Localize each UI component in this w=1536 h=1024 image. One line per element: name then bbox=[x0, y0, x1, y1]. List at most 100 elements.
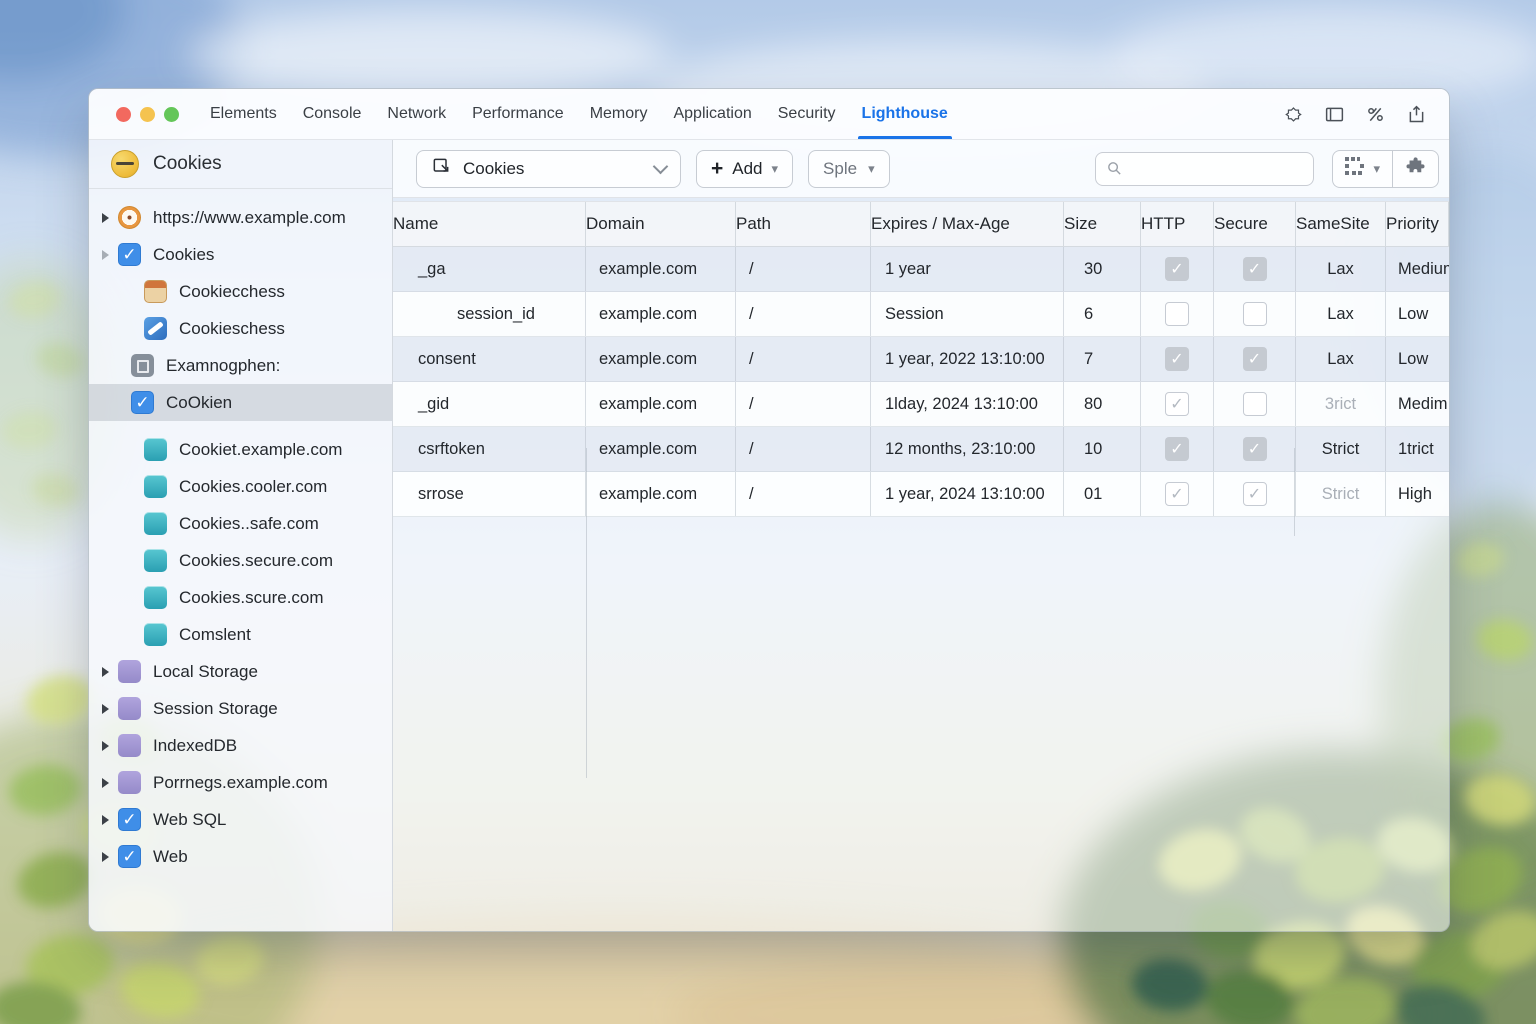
cookie-path: / bbox=[736, 337, 871, 381]
column-divider bbox=[586, 448, 587, 778]
column-header[interactable]: Path bbox=[736, 202, 871, 246]
tree-item[interactable]: Cookieschess bbox=[89, 310, 392, 347]
tree-item-icon bbox=[131, 391, 154, 414]
sple-button[interactable]: Sple ▾ bbox=[808, 150, 890, 188]
cast-icon[interactable] bbox=[1283, 104, 1304, 125]
tree-item[interactable]: Comslent bbox=[89, 616, 392, 653]
http-only-checkbox[interactable] bbox=[1165, 257, 1189, 281]
http-only-checkbox[interactable] bbox=[1165, 347, 1189, 371]
cookie-priority: Low bbox=[1386, 292, 1449, 336]
cookie-priority: Medim bbox=[1386, 382, 1449, 426]
tree-item[interactable]: Cookiecchess bbox=[89, 273, 392, 310]
column-header[interactable]: Size bbox=[1064, 202, 1141, 246]
cookie-expires: 1 year, 2024 13:10:00 bbox=[871, 472, 1064, 516]
cookie-row[interactable]: srrose example.com / 1 year, 2024 13:10:… bbox=[393, 472, 1449, 517]
devtools-tab[interactable]: Application bbox=[660, 89, 764, 139]
devtools-tab[interactable]: Performance bbox=[459, 89, 577, 139]
cookie-size: 6 bbox=[1064, 292, 1141, 336]
tree-item-label: Porrnegs.example.com bbox=[153, 773, 328, 793]
tree-item[interactable]: https://www.example.com bbox=[89, 199, 392, 236]
cookie-row[interactable]: csrftoken example.com / 12 months, 23:10… bbox=[393, 427, 1449, 472]
cookie-priority: Medium bbox=[1386, 247, 1449, 291]
tree-item[interactable]: Examnogphen: bbox=[89, 347, 392, 384]
search-input[interactable] bbox=[1123, 159, 1303, 178]
search-box[interactable] bbox=[1095, 152, 1314, 186]
dock-side-icon[interactable] bbox=[1324, 104, 1345, 125]
close-button[interactable] bbox=[116, 107, 131, 122]
frame-icon bbox=[431, 156, 451, 181]
expand-arrow-icon[interactable] bbox=[99, 815, 116, 825]
devtools-tab[interactable]: Network bbox=[374, 89, 459, 139]
column-header[interactable]: HTTP bbox=[1141, 202, 1214, 246]
tree-item-icon bbox=[144, 512, 167, 535]
devtools-tab[interactable]: Memory bbox=[577, 89, 661, 139]
expand-arrow-icon[interactable] bbox=[99, 778, 116, 788]
http-only-checkbox[interactable] bbox=[1165, 302, 1189, 326]
extensions-button[interactable] bbox=[1392, 150, 1439, 188]
tree-item[interactable]: Cookies.scure.com bbox=[89, 579, 392, 616]
expand-arrow-icon[interactable] bbox=[99, 213, 116, 223]
column-header[interactable]: Name bbox=[393, 202, 586, 246]
cookie-path: / bbox=[736, 472, 871, 516]
tree-item[interactable]: Web bbox=[89, 838, 392, 875]
cookie-row[interactable]: consent example.com / 1 year, 2022 13:10… bbox=[393, 337, 1449, 382]
tree-item[interactable]: Web SQL bbox=[89, 801, 392, 838]
tree-item[interactable]: CoOkien bbox=[89, 384, 392, 421]
cookie-size: 30 bbox=[1064, 247, 1141, 291]
devtools-tab[interactable]: Elements bbox=[197, 89, 290, 139]
devtools-tab[interactable]: Console bbox=[290, 89, 375, 139]
add-cookie-button[interactable]: + Add ▾ bbox=[696, 150, 793, 188]
cookie-row[interactable]: _gid example.com / 1lday, 2024 13:10:00 … bbox=[393, 382, 1449, 427]
secure-checkbox[interactable] bbox=[1243, 302, 1267, 326]
tree-item[interactable]: Cookies bbox=[89, 236, 392, 273]
cookies-table-body: _ga example.com / 1 year 30 Lax Medium s… bbox=[393, 247, 1449, 517]
cookie-name: csrftoken bbox=[418, 440, 485, 459]
cookie-samesite: Strict bbox=[1322, 485, 1360, 504]
http-only-checkbox[interactable] bbox=[1165, 482, 1189, 506]
expand-arrow-icon[interactable] bbox=[99, 250, 116, 260]
http-only-checkbox[interactable] bbox=[1165, 392, 1189, 416]
tree-item[interactable]: Session Storage bbox=[89, 690, 392, 727]
expand-arrow-icon[interactable] bbox=[99, 704, 116, 714]
cookie-row[interactable]: _ga example.com / 1 year 30 Lax Medium bbox=[393, 247, 1449, 292]
tree-item[interactable]: Cookies.secure.com bbox=[89, 542, 392, 579]
secure-checkbox[interactable] bbox=[1243, 437, 1267, 461]
chevron-down-icon bbox=[653, 158, 669, 174]
tree-item-icon bbox=[118, 808, 141, 831]
expand-arrow-icon[interactable] bbox=[99, 852, 116, 862]
experiments-icon[interactable] bbox=[1365, 104, 1386, 125]
tree-item-label: Cookiecchess bbox=[179, 282, 285, 302]
tree-item[interactable]: Cookiet.example.com bbox=[89, 431, 392, 468]
chevron-down-icon: ▾ bbox=[772, 161, 779, 177]
secure-checkbox[interactable] bbox=[1243, 392, 1267, 416]
zoom-button[interactable] bbox=[164, 107, 179, 122]
export-icon[interactable] bbox=[1406, 104, 1427, 125]
secure-checkbox[interactable] bbox=[1243, 257, 1267, 281]
tree-item-icon bbox=[118, 660, 141, 683]
cookie-domain: example.com bbox=[586, 247, 736, 291]
column-header[interactable]: Secure bbox=[1214, 202, 1296, 246]
devtools-tab[interactable]: Lighthouse bbox=[849, 89, 961, 139]
column-header[interactable]: SameSite bbox=[1296, 202, 1386, 246]
minimize-button[interactable] bbox=[140, 107, 155, 122]
tree-item-label: Local Storage bbox=[153, 662, 258, 682]
layout-grid-button[interactable]: ▾ bbox=[1332, 150, 1392, 188]
http-only-checkbox[interactable] bbox=[1165, 437, 1189, 461]
column-header[interactable]: Priority bbox=[1386, 202, 1449, 246]
column-header[interactable]: Expires / Max-Age bbox=[871, 202, 1064, 246]
tree-item[interactable]: Cookies..safe.com bbox=[89, 505, 392, 542]
tree-item[interactable]: IndexedDB bbox=[89, 727, 392, 764]
expand-arrow-icon[interactable] bbox=[99, 741, 116, 751]
tree-item[interactable]: Porrnegs.example.com bbox=[89, 764, 392, 801]
cookie-store-select[interactable]: Cookies bbox=[416, 150, 681, 188]
cookie-expires: Session bbox=[871, 292, 1064, 336]
cookie-row[interactable]: session_id example.com / Session 6 Lax L… bbox=[393, 292, 1449, 337]
expand-arrow-icon[interactable] bbox=[99, 667, 116, 677]
cookie-path: / bbox=[736, 427, 871, 471]
secure-checkbox[interactable] bbox=[1243, 347, 1267, 371]
devtools-tab[interactable]: Security bbox=[765, 89, 849, 139]
tree-item[interactable]: Cookies.cooler.com bbox=[89, 468, 392, 505]
secure-checkbox[interactable] bbox=[1243, 482, 1267, 506]
column-header[interactable]: Domain bbox=[586, 202, 736, 246]
tree-item[interactable]: Local Storage bbox=[89, 653, 392, 690]
